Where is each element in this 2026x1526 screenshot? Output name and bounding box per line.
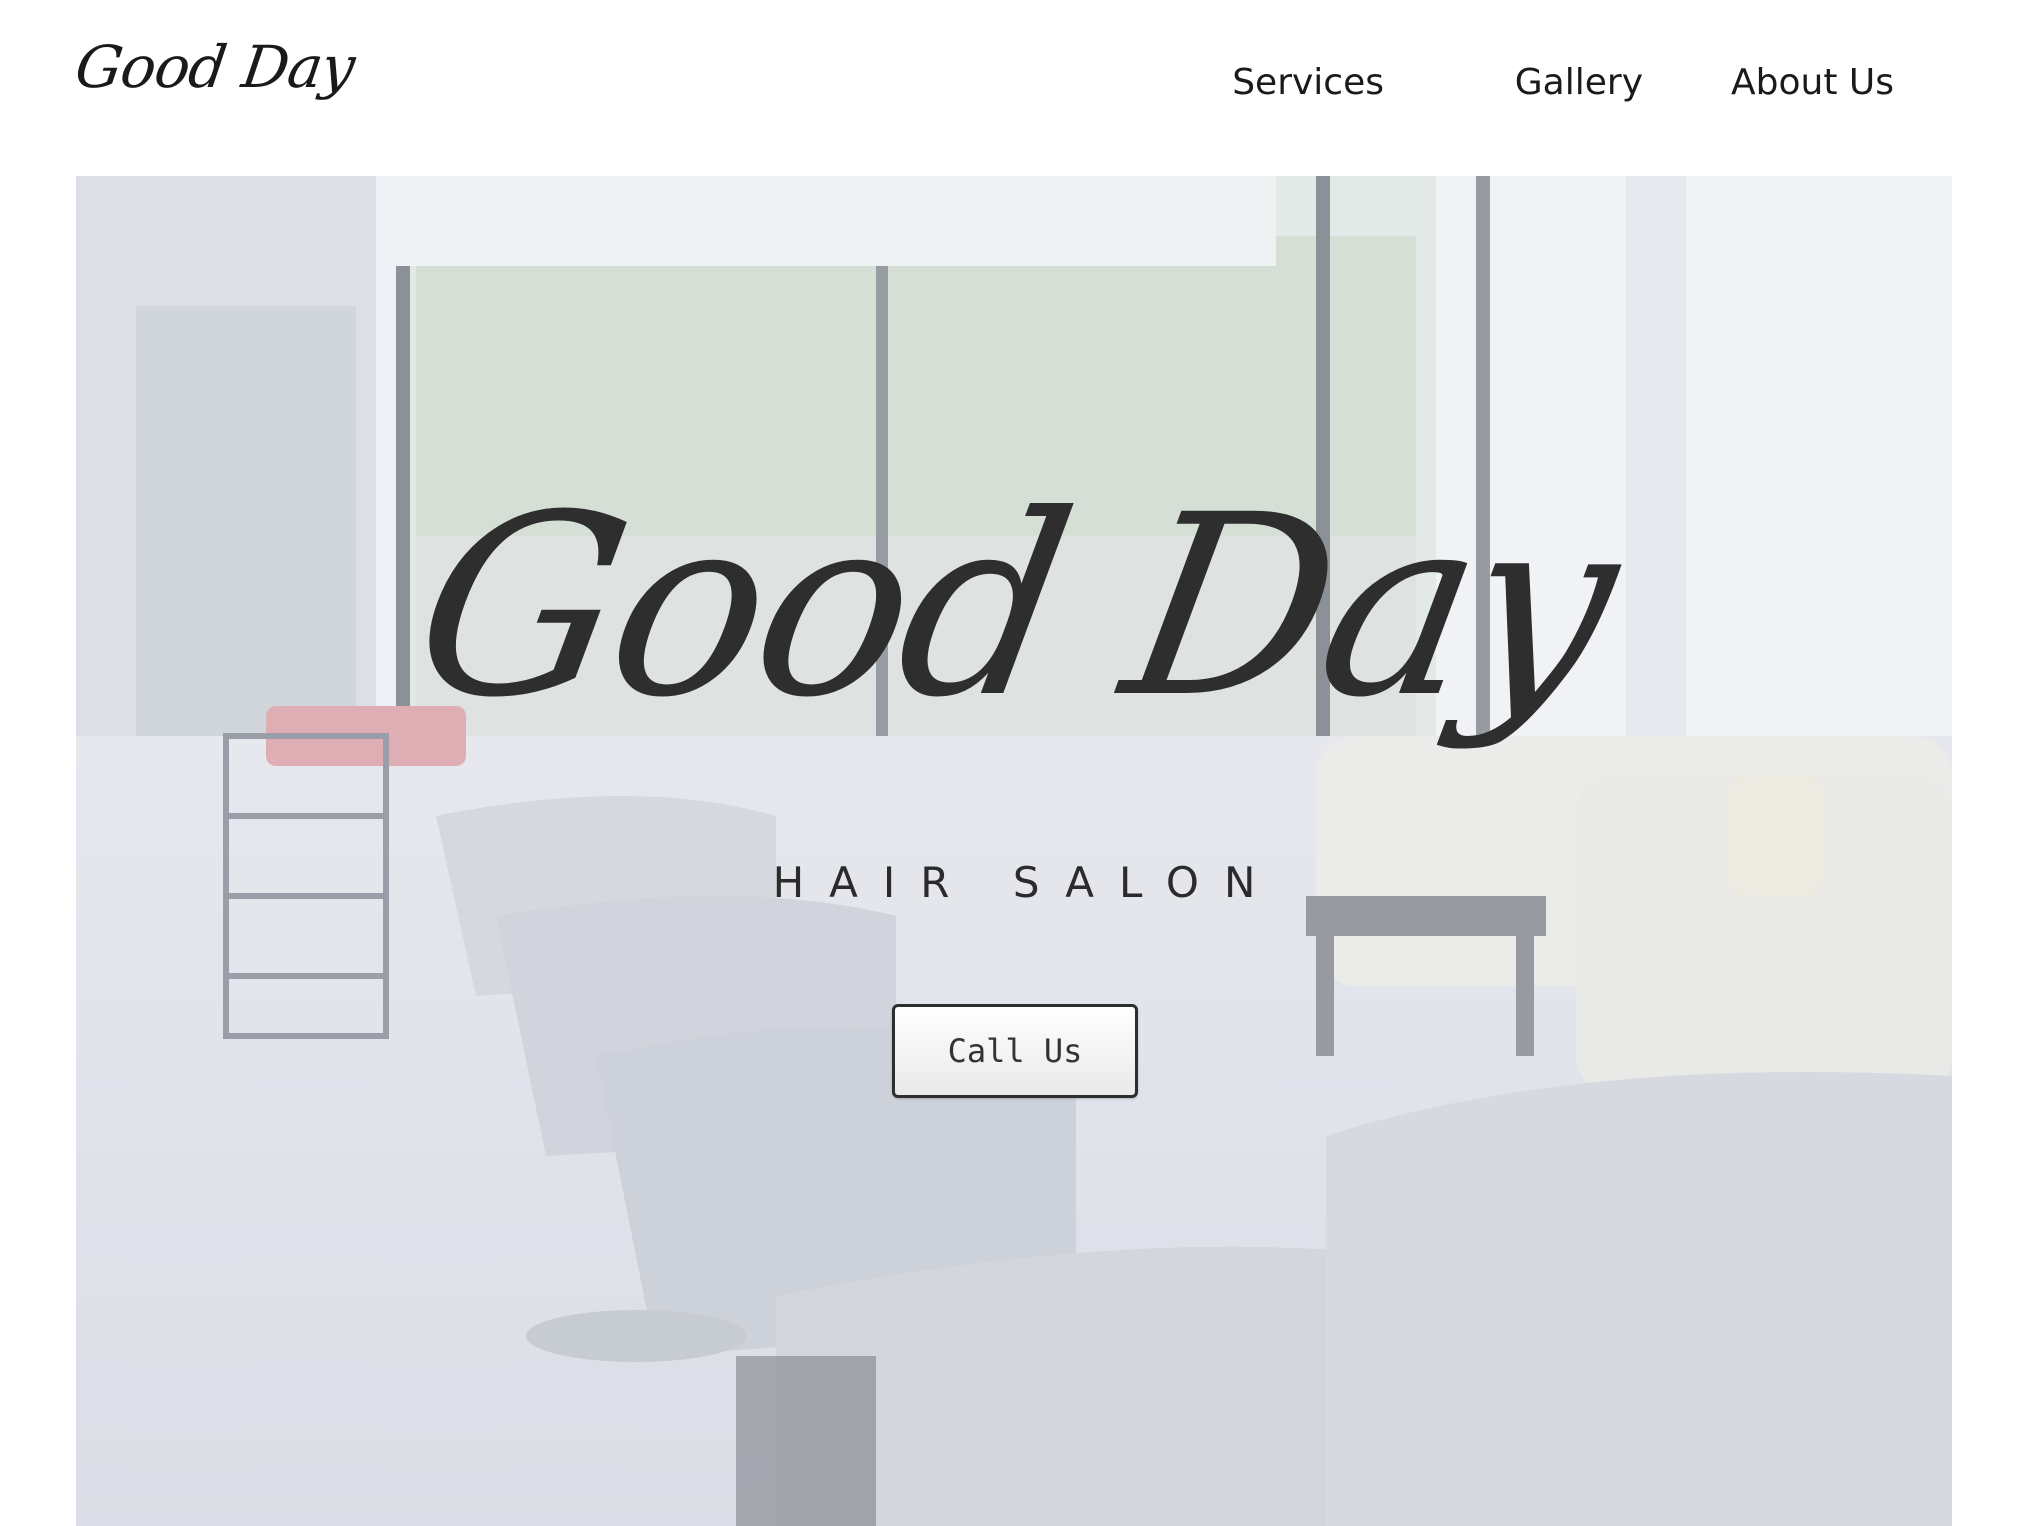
hero-title: Good Day — [396, 461, 1632, 752]
logo[interactable]: Good Day — [71, 33, 358, 101]
nav-about-us[interactable]: About Us — [1731, 62, 1894, 103]
call-us-button[interactable]: Call Us — [892, 1004, 1138, 1098]
nav-services[interactable]: Services — [1232, 62, 1384, 103]
nav-gallery[interactable]: Gallery — [1515, 62, 1643, 103]
hero-section: Good Day HAIR SALON Call Us — [76, 176, 1952, 1526]
page: Good Day Services Gallery About Us Good … — [0, 0, 2026, 1526]
site-header: Good Day Services Gallery About Us — [0, 0, 2026, 176]
hero-overlay — [76, 176, 1952, 1526]
hero-subtitle: HAIR SALON — [772, 858, 1281, 907]
